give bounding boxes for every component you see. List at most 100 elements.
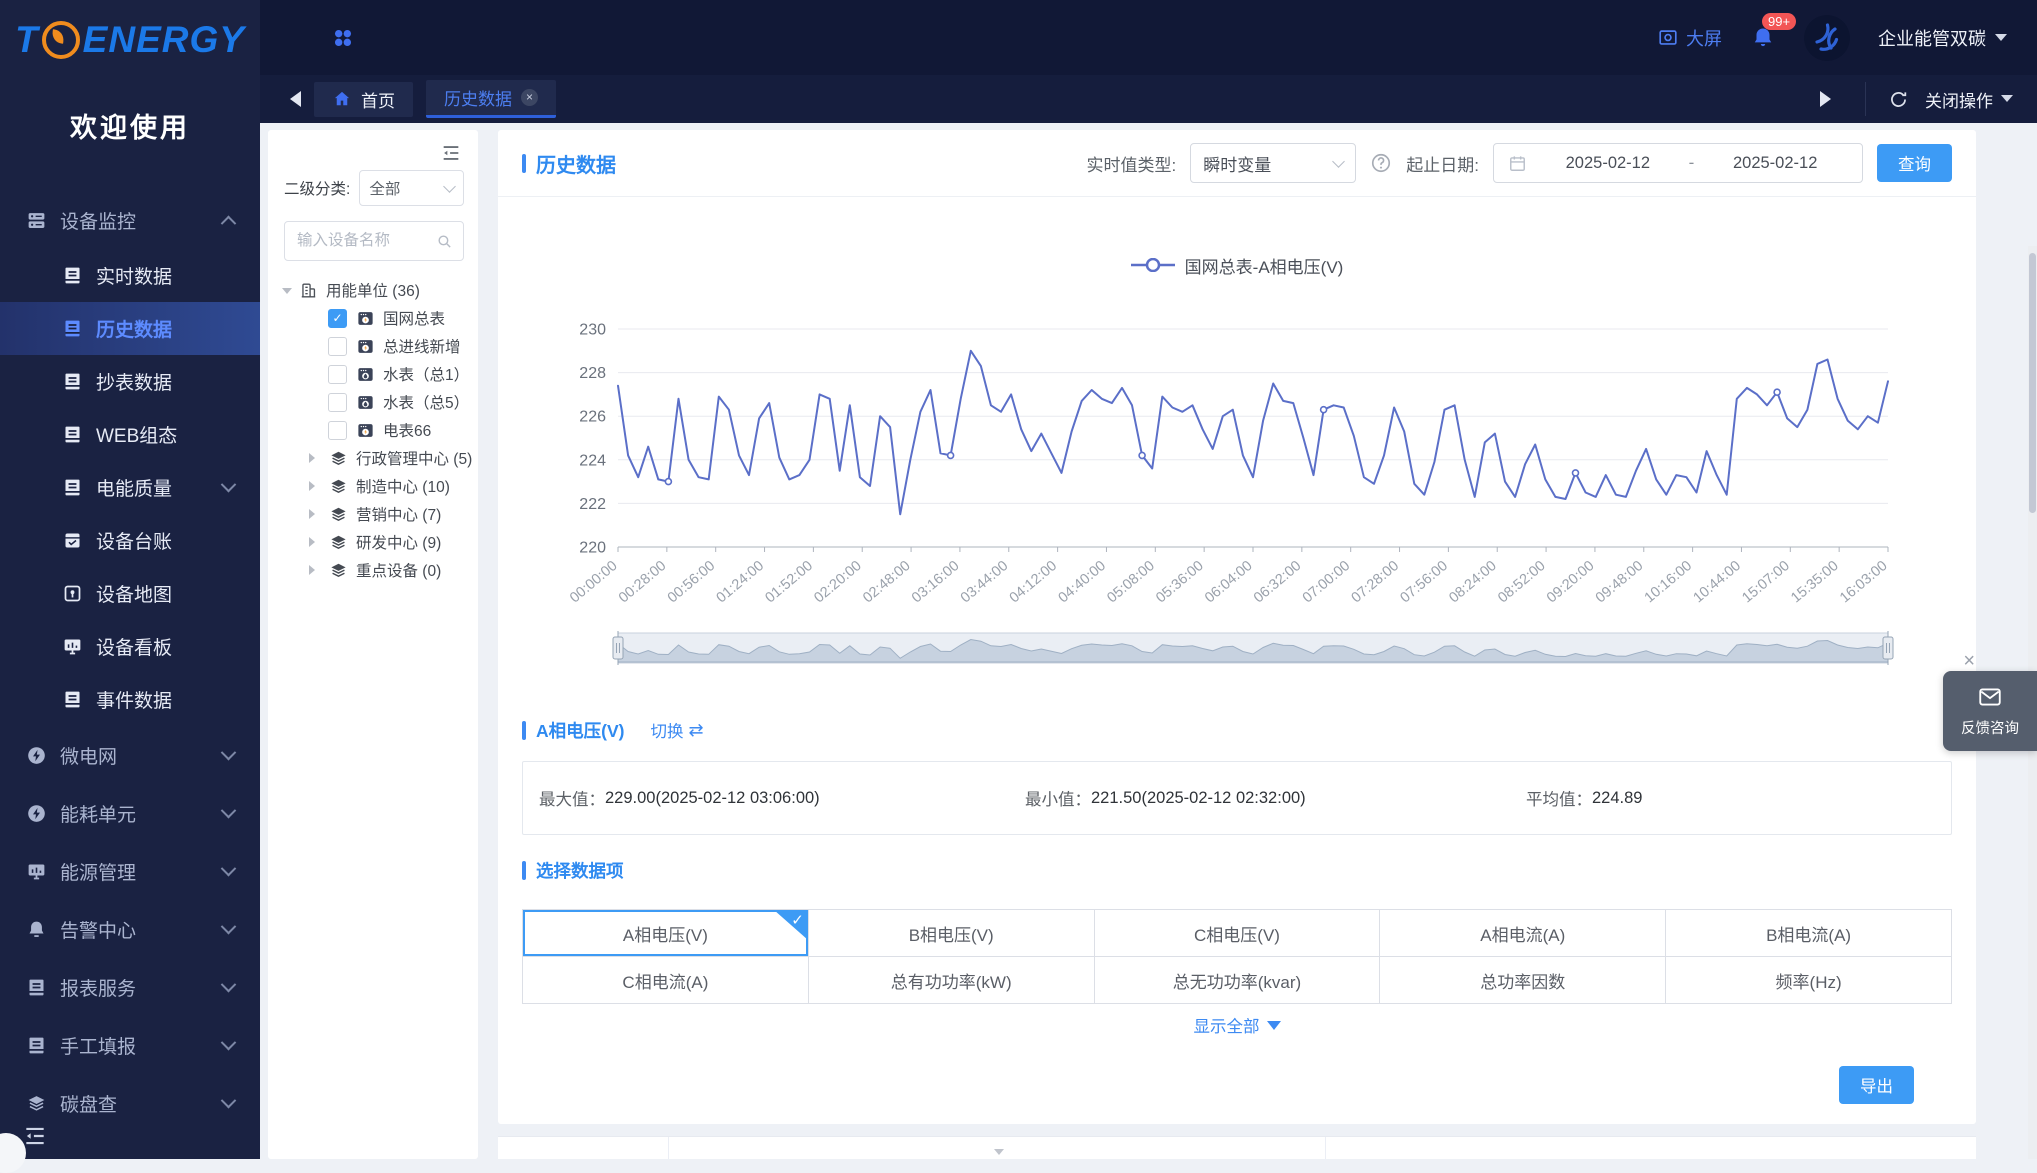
date-range-picker[interactable]: 2025-02-12 - 2025-02-12: [1493, 143, 1863, 183]
data-item-0[interactable]: A相电压(V)✓: [523, 910, 809, 957]
tabs-back-arrow[interactable]: [282, 91, 301, 107]
category-filter-row: 二级分类: 全部: [284, 170, 464, 206]
sidebar-item-13[interactable]: 告警中心: [0, 900, 260, 958]
sidebar-item-11[interactable]: 能耗单元: [0, 784, 260, 842]
sidebar-item-7[interactable]: 设备地图: [0, 567, 260, 620]
sidebar-item-0[interactable]: 设备监控: [0, 191, 260, 249]
tree-caret-icon[interactable]: [309, 453, 320, 463]
layers-icon: [329, 477, 348, 496]
data-item-8[interactable]: 总功率因数: [1380, 957, 1666, 1004]
sidebar-item-2[interactable]: 历史数据: [0, 302, 260, 355]
data-item-2[interactable]: C相电压(V): [1095, 910, 1381, 957]
scrollbar-thumb[interactable]: [2029, 253, 2036, 513]
data-item-4[interactable]: B相电流(A): [1666, 910, 1952, 957]
feedback-button[interactable]: 反馈咨询: [1943, 671, 2037, 751]
data-item-3[interactable]: A相电流(A): [1380, 910, 1666, 957]
tree-node-label: 水表（总1）: [383, 363, 469, 385]
sidebar-item-4[interactable]: WEB组态: [0, 408, 260, 461]
tree-caret-icon[interactable]: [309, 481, 320, 491]
data-item-1[interactable]: B相电压(V): [809, 910, 1095, 957]
tree-caret-icon[interactable]: [309, 565, 320, 575]
layers-icon: [329, 449, 348, 468]
tree-checkbox[interactable]: [328, 365, 347, 384]
device-search-input[interactable]: [295, 231, 436, 251]
tree-node-9[interactable]: 研发中心 (9): [268, 528, 478, 556]
sidebar-item-8[interactable]: 设备看板: [0, 620, 260, 673]
value-type-select[interactable]: 瞬时变量: [1190, 143, 1356, 183]
tab-close-icon[interactable]: ×: [521, 89, 538, 106]
welcome-text: 欢迎使用: [0, 106, 260, 145]
sidebar-item-15[interactable]: 手工填报: [0, 1016, 260, 1074]
tree-node-7[interactable]: 制造中心 (10): [268, 472, 478, 500]
data-zoom-slider[interactable]: [522, 629, 1952, 667]
tree-node-0[interactable]: 用能单位 (36): [268, 276, 478, 304]
big-screen-button[interactable]: 大屏: [1657, 25, 1722, 51]
data-item-label: C相电流(A): [622, 968, 708, 993]
tree-node-4[interactable]: 水表（总5）: [268, 388, 478, 416]
svg-text:04:12:00: 04:12:00: [1007, 558, 1061, 607]
tree-checkbox[interactable]: ✓: [328, 309, 347, 328]
refresh-icon[interactable]: [1888, 89, 1909, 110]
map-icon: [62, 583, 83, 604]
tree-caret-icon[interactable]: [282, 288, 292, 299]
sidebar: T ENERGY 欢迎使用 设备监控实时数据历史数据抄表数据WEB组态电能质量设…: [0, 0, 260, 1159]
tree-node-6[interactable]: 行政管理中心 (5): [268, 444, 478, 472]
board-icon: [26, 861, 47, 882]
tree-node-2[interactable]: 总进线新增: [268, 332, 478, 360]
close-operations-label: 关闭操作: [1925, 87, 1993, 112]
tab-history-data[interactable]: 历史数据 ×: [426, 80, 556, 118]
avg-stat: 平均值： 224.89: [1510, 786, 1642, 810]
sidebar-item-3[interactable]: 抄表数据: [0, 355, 260, 408]
chart-legend[interactable]: 国网总表-A相电压(V): [498, 253, 1976, 277]
tree-checkbox[interactable]: [328, 337, 347, 356]
sidebar-item-6[interactable]: 设备台账: [0, 514, 260, 567]
tree-node-label: 营销中心 (7): [356, 503, 441, 525]
tree-collapse-icon[interactable]: [440, 142, 462, 164]
tree-node-label: 制造中心 (10): [356, 475, 450, 497]
notifications-button[interactable]: 99+: [1750, 25, 1776, 51]
help-icon[interactable]: [1370, 152, 1392, 174]
switch-metric-button[interactable]: 切换 ⇄: [650, 718, 703, 742]
tenant-switcher[interactable]: 企业能管双碳: [1878, 25, 2007, 51]
avatar[interactable]: [1804, 15, 1850, 61]
tree-node-8[interactable]: 营销中心 (7): [268, 500, 478, 528]
tree-checkbox[interactable]: [328, 421, 347, 440]
sidebar-item-5[interactable]: 电能质量: [0, 461, 260, 514]
data-item-7[interactable]: 总无功功率(kvar): [1095, 957, 1381, 1004]
doc-icon: [62, 689, 83, 710]
show-all-toggle[interactable]: 显示全部: [498, 1014, 1976, 1036]
sort-icon[interactable]: [994, 1149, 1004, 1160]
apps-icon[interactable]: [330, 25, 356, 51]
sidebar-item-10[interactable]: 微电网: [0, 726, 260, 784]
tree-node-10[interactable]: 重点设备 (0): [268, 556, 478, 584]
tree-node-3[interactable]: 水表（总1）: [268, 360, 478, 388]
data-item-6[interactable]: 总有功功率(kW): [809, 957, 1095, 1004]
home-icon: [332, 89, 352, 109]
sidebar-collapse-icon[interactable]: [22, 1123, 48, 1149]
sidebar-item-14[interactable]: 报表服务: [0, 958, 260, 1016]
svg-text:00:56:00: 00:56:00: [665, 558, 719, 607]
sidebar-item-1[interactable]: 实时数据: [0, 249, 260, 302]
tree-node-label: 水表（总5）: [383, 391, 469, 413]
avg-label: 平均值：: [1526, 786, 1592, 810]
chevron-down-icon: [221, 1092, 237, 1108]
notification-badge: 99+: [1762, 13, 1796, 30]
export-button[interactable]: 导出: [1839, 1066, 1914, 1104]
tree-node-1[interactable]: ✓国网总表: [268, 304, 478, 332]
data-item-5[interactable]: C相电流(A): [523, 957, 809, 1004]
sidebar-item-12[interactable]: 能源管理: [0, 842, 260, 900]
tree-caret-icon[interactable]: [309, 537, 320, 547]
tab-home[interactable]: 首页: [314, 82, 413, 117]
query-button[interactable]: 查询: [1877, 144, 1952, 182]
tree-node-5[interactable]: 电表66: [268, 416, 478, 444]
tree-caret-icon[interactable]: [309, 509, 320, 519]
svg-text:06:32:00: 06:32:00: [1251, 558, 1305, 607]
category-select[interactable]: 全部: [359, 170, 464, 206]
sidebar-item-9[interactable]: 事件数据: [0, 673, 260, 726]
data-item-9[interactable]: 频率(Hz): [1666, 957, 1952, 1004]
feedback-close-icon[interactable]: ×: [1963, 651, 1975, 671]
tree-checkbox[interactable]: [328, 393, 347, 412]
svg-text:06:04:00: 06:04:00: [1202, 558, 1256, 607]
close-operations-menu[interactable]: 关闭操作: [1925, 87, 2013, 112]
tabs-forward-arrow[interactable]: [1820, 91, 1839, 107]
